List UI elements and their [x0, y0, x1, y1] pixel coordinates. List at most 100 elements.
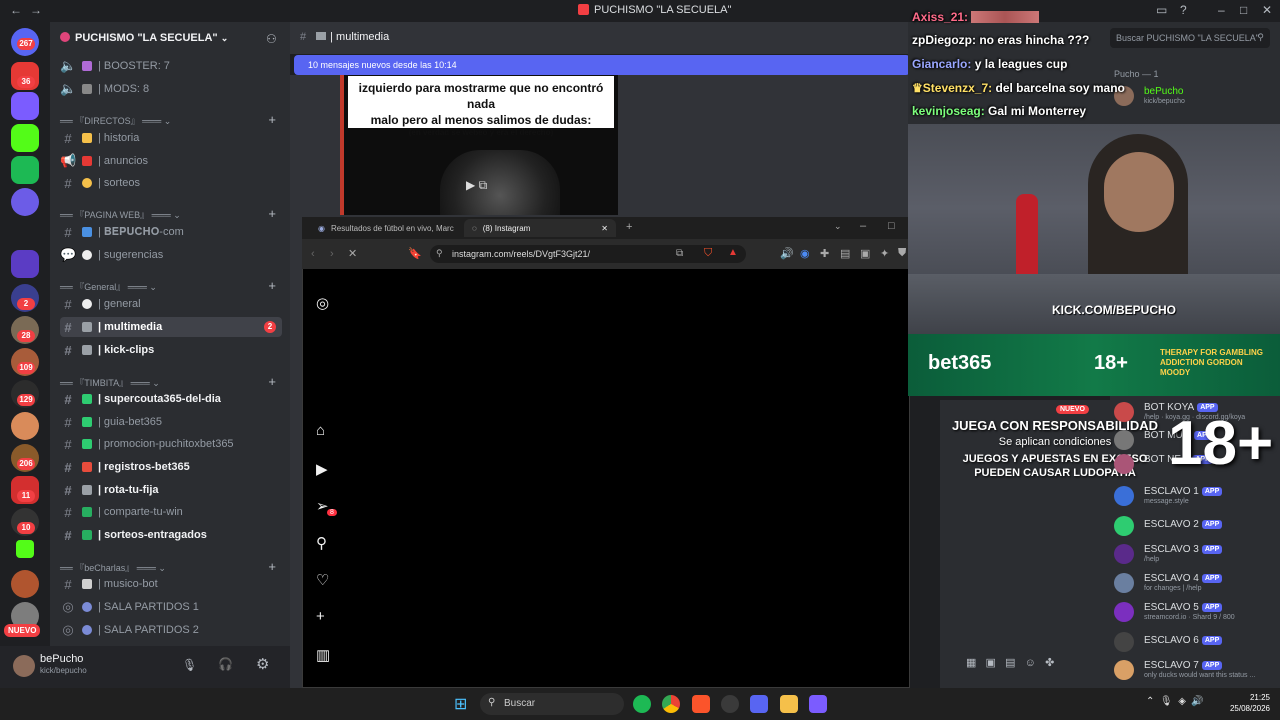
brave-icon[interactable] [692, 695, 710, 713]
channel-rota-tu-fija[interactable]: # | rota-tu-fija [60, 480, 282, 500]
kick-server-icon[interactable] [16, 540, 34, 558]
file-explorer-icon[interactable] [780, 695, 798, 713]
windows-start-icon[interactable]: ⊞ [454, 694, 467, 714]
channel-kick-clips[interactable]: # | kick-clips [60, 340, 282, 360]
search-icon[interactable]: ⚲ [316, 534, 327, 552]
server-icon[interactable] [11, 188, 39, 216]
channel-supercouta365-del-dia[interactable]: # | supercouta365-del-dia [60, 389, 282, 409]
voice-channel-sala-partidos-2[interactable]: ◎ | SALA PARTIDOS 2 [60, 620, 282, 640]
url-field[interactable]: instagram.com/reels/DVgtF3Gjt21/ [430, 245, 746, 263]
channel-musico-bot[interactable]: # | musico-bot [60, 574, 282, 594]
new-tab-icon[interactable]: + [626, 221, 632, 233]
channel-general[interactable]: # | general [60, 294, 282, 314]
forward-arrow-icon[interactable]: → [30, 3, 42, 17]
new-badge[interactable]: NUEVO [4, 624, 41, 637]
server-icon[interactable] [11, 570, 39, 598]
avatar[interactable] [13, 655, 35, 677]
heart-icon[interactable]: ♡ [316, 571, 329, 589]
voice-channel-booster[interactable]: 🔈 | BOOSTER: 7 [60, 56, 282, 76]
channel-sugerencias[interactable]: 💬 | sugerencias [60, 245, 282, 265]
clock[interactable]: 21:25 25/08/2026 [1226, 692, 1270, 714]
app-icon[interactable] [809, 695, 827, 713]
rewards-icon[interactable]: ▲ [728, 247, 738, 258]
back-arrow-icon[interactable]: ‹ [311, 248, 315, 260]
server-name[interactable]: PUCHISMO "LA SECUELA" ⌄ [60, 32, 228, 44]
play-icon[interactable]: ▶ ⧉ [466, 178, 487, 193]
server-icon[interactable] [11, 250, 39, 278]
help-icon[interactable]: ? [1180, 3, 1187, 17]
channel-historia[interactable]: # | historia [60, 128, 282, 148]
voice-channel-sala-partidos-1[interactable]: ◎ | SALA PARTIDOS 1 [60, 597, 282, 617]
vpn-icon[interactable]: ⛊ [898, 247, 906, 260]
new-messages-bar[interactable]: 10 mensajes nuevos desde las 10:14 [294, 55, 910, 75]
channel-sorteos-entragados[interactable]: # | sorteos-entragados [60, 525, 282, 545]
hash-icon: # [64, 436, 72, 452]
channel-comparte-tu-win[interactable]: # | comparte-tu-win [60, 502, 282, 522]
channel-promocion-puchitoxbet365[interactable]: # | promocion-puchitoxbet365 [60, 434, 282, 454]
add-channel-icon[interactable]: + [268, 112, 276, 127]
channel-bepucho-com[interactable]: # | 𝐁𝐄𝐏𝐔𝐂𝐇𝐎-com [60, 222, 282, 242]
taskbar-search[interactable]: ⚲ Buscar [480, 693, 624, 715]
open-external-icon[interactable]: ⧉ [676, 248, 683, 259]
wallet-icon[interactable]: ▣ [860, 247, 870, 260]
bookmark-icon[interactable]: 🔖 [408, 247, 422, 260]
system-tray-icons[interactable]: ⌃ 🎙 ◈ 🔊 [1146, 696, 1204, 707]
app-icon[interactable] [721, 695, 739, 713]
headphones-icon[interactable]: 🎧 [218, 657, 233, 671]
instagram-logo-icon[interactable]: ◎ [316, 294, 329, 312]
minimize-icon[interactable]: – [1218, 3, 1225, 17]
dashboard-icon[interactable]: ▥ [316, 646, 330, 664]
server-icon[interactable] [11, 412, 39, 440]
channel-guia-bet365[interactable]: # | guia-bet365 [60, 412, 282, 432]
chrome-icon[interactable] [662, 695, 680, 713]
voice-channel-mods[interactable]: 🔈 | MODS: 8 [60, 79, 282, 99]
microphone-icon[interactable]: 🎙 [182, 658, 197, 672]
category-pagina-web[interactable]: ══ 『PAGINA WEB』 ═══ ⌄ + [60, 206, 282, 221]
server-icon[interactable] [11, 156, 39, 184]
category-general[interactable]: ══ 『General』 ═══ ⌄ + [60, 278, 282, 293]
spotify-icon[interactable] [633, 695, 651, 713]
brave-shield-icon[interactable]: ⛉ [704, 247, 712, 260]
badge: 129 [17, 394, 35, 406]
gift-icon[interactable]: ▦ ▣ ▤ ☺ ✤ [966, 656, 1054, 669]
close-tab-icon[interactable]: ✕ [601, 224, 608, 233]
create-icon[interactable]: + [316, 608, 325, 625]
maximize-icon[interactable]: □ [888, 220, 895, 232]
close-icon[interactable]: ✕ [1262, 3, 1272, 17]
server-icon[interactable] [11, 92, 39, 120]
extension-icon[interactable]: ◉ [800, 247, 810, 260]
add-channel-icon[interactable]: + [268, 559, 276, 574]
tab-instagram[interactable]: ◌ (8) Instagram ✕ [464, 219, 616, 237]
category-directos[interactable]: ══ 『DIRECTOS』 ═══ ⌄ + [60, 112, 282, 127]
kick-server-icon[interactable] [11, 124, 39, 152]
channel-anuncios[interactable]: 📢 | anuncios [60, 151, 282, 171]
reels-icon[interactable]: ▶ [316, 460, 328, 478]
category-becharlas[interactable]: ══ 『beCharlas』 ═══ ⌄ + [60, 559, 282, 574]
site-info-icon[interactable]: ⚲ [436, 248, 443, 259]
minimize-icon[interactable]: – [860, 220, 866, 232]
channel-registros-bet365[interactable]: # | registros-bet365 [60, 457, 282, 477]
channel-sorteos[interactable]: # | sorteos [60, 173, 282, 193]
channel-multimedia[interactable]: # | multimedia 2 [60, 317, 282, 337]
back-arrow-icon[interactable]: ← [10, 3, 22, 17]
add-channel-icon[interactable]: + [268, 206, 276, 221]
add-member-icon[interactable]: ⚇ [266, 32, 277, 46]
tab-resultados[interactable]: ◉ Resultados de fútbol en vivo, Marc [310, 219, 458, 237]
sidebar-toggle-icon[interactable]: ▤ [840, 247, 850, 260]
add-channel-icon[interactable]: + [268, 374, 276, 389]
category-timbita[interactable]: ══ 『TIMBITA』 ═══ ⌄ + [60, 374, 282, 389]
inbox-icon[interactable]: ▭ [1156, 3, 1167, 17]
settings-gear-icon[interactable]: ⚙ [256, 655, 269, 673]
add-channel-icon[interactable]: + [268, 278, 276, 293]
audio-icon[interactable]: 🔊 [780, 247, 794, 260]
home-icon[interactable]: ⌂ [316, 422, 325, 439]
leo-ai-icon[interactable]: ✦ [880, 247, 889, 260]
tab-search-icon[interactable]: ⌄ [834, 221, 842, 232]
discord-icon[interactable] [750, 695, 768, 713]
server-rail: 267 36 2 28 109 129 206 11 10 [0, 22, 50, 688]
maximize-icon[interactable]: □ [1240, 3, 1247, 17]
stop-loading-icon[interactable]: ✕ [348, 247, 357, 260]
extensions-puzzle-icon[interactable]: ✚ [820, 247, 829, 260]
forward-arrow-icon[interactable]: › [330, 248, 334, 260]
search-input[interactable]: Buscar PUCHISMO "LA SECUELA" ⚲ [1110, 28, 1270, 48]
